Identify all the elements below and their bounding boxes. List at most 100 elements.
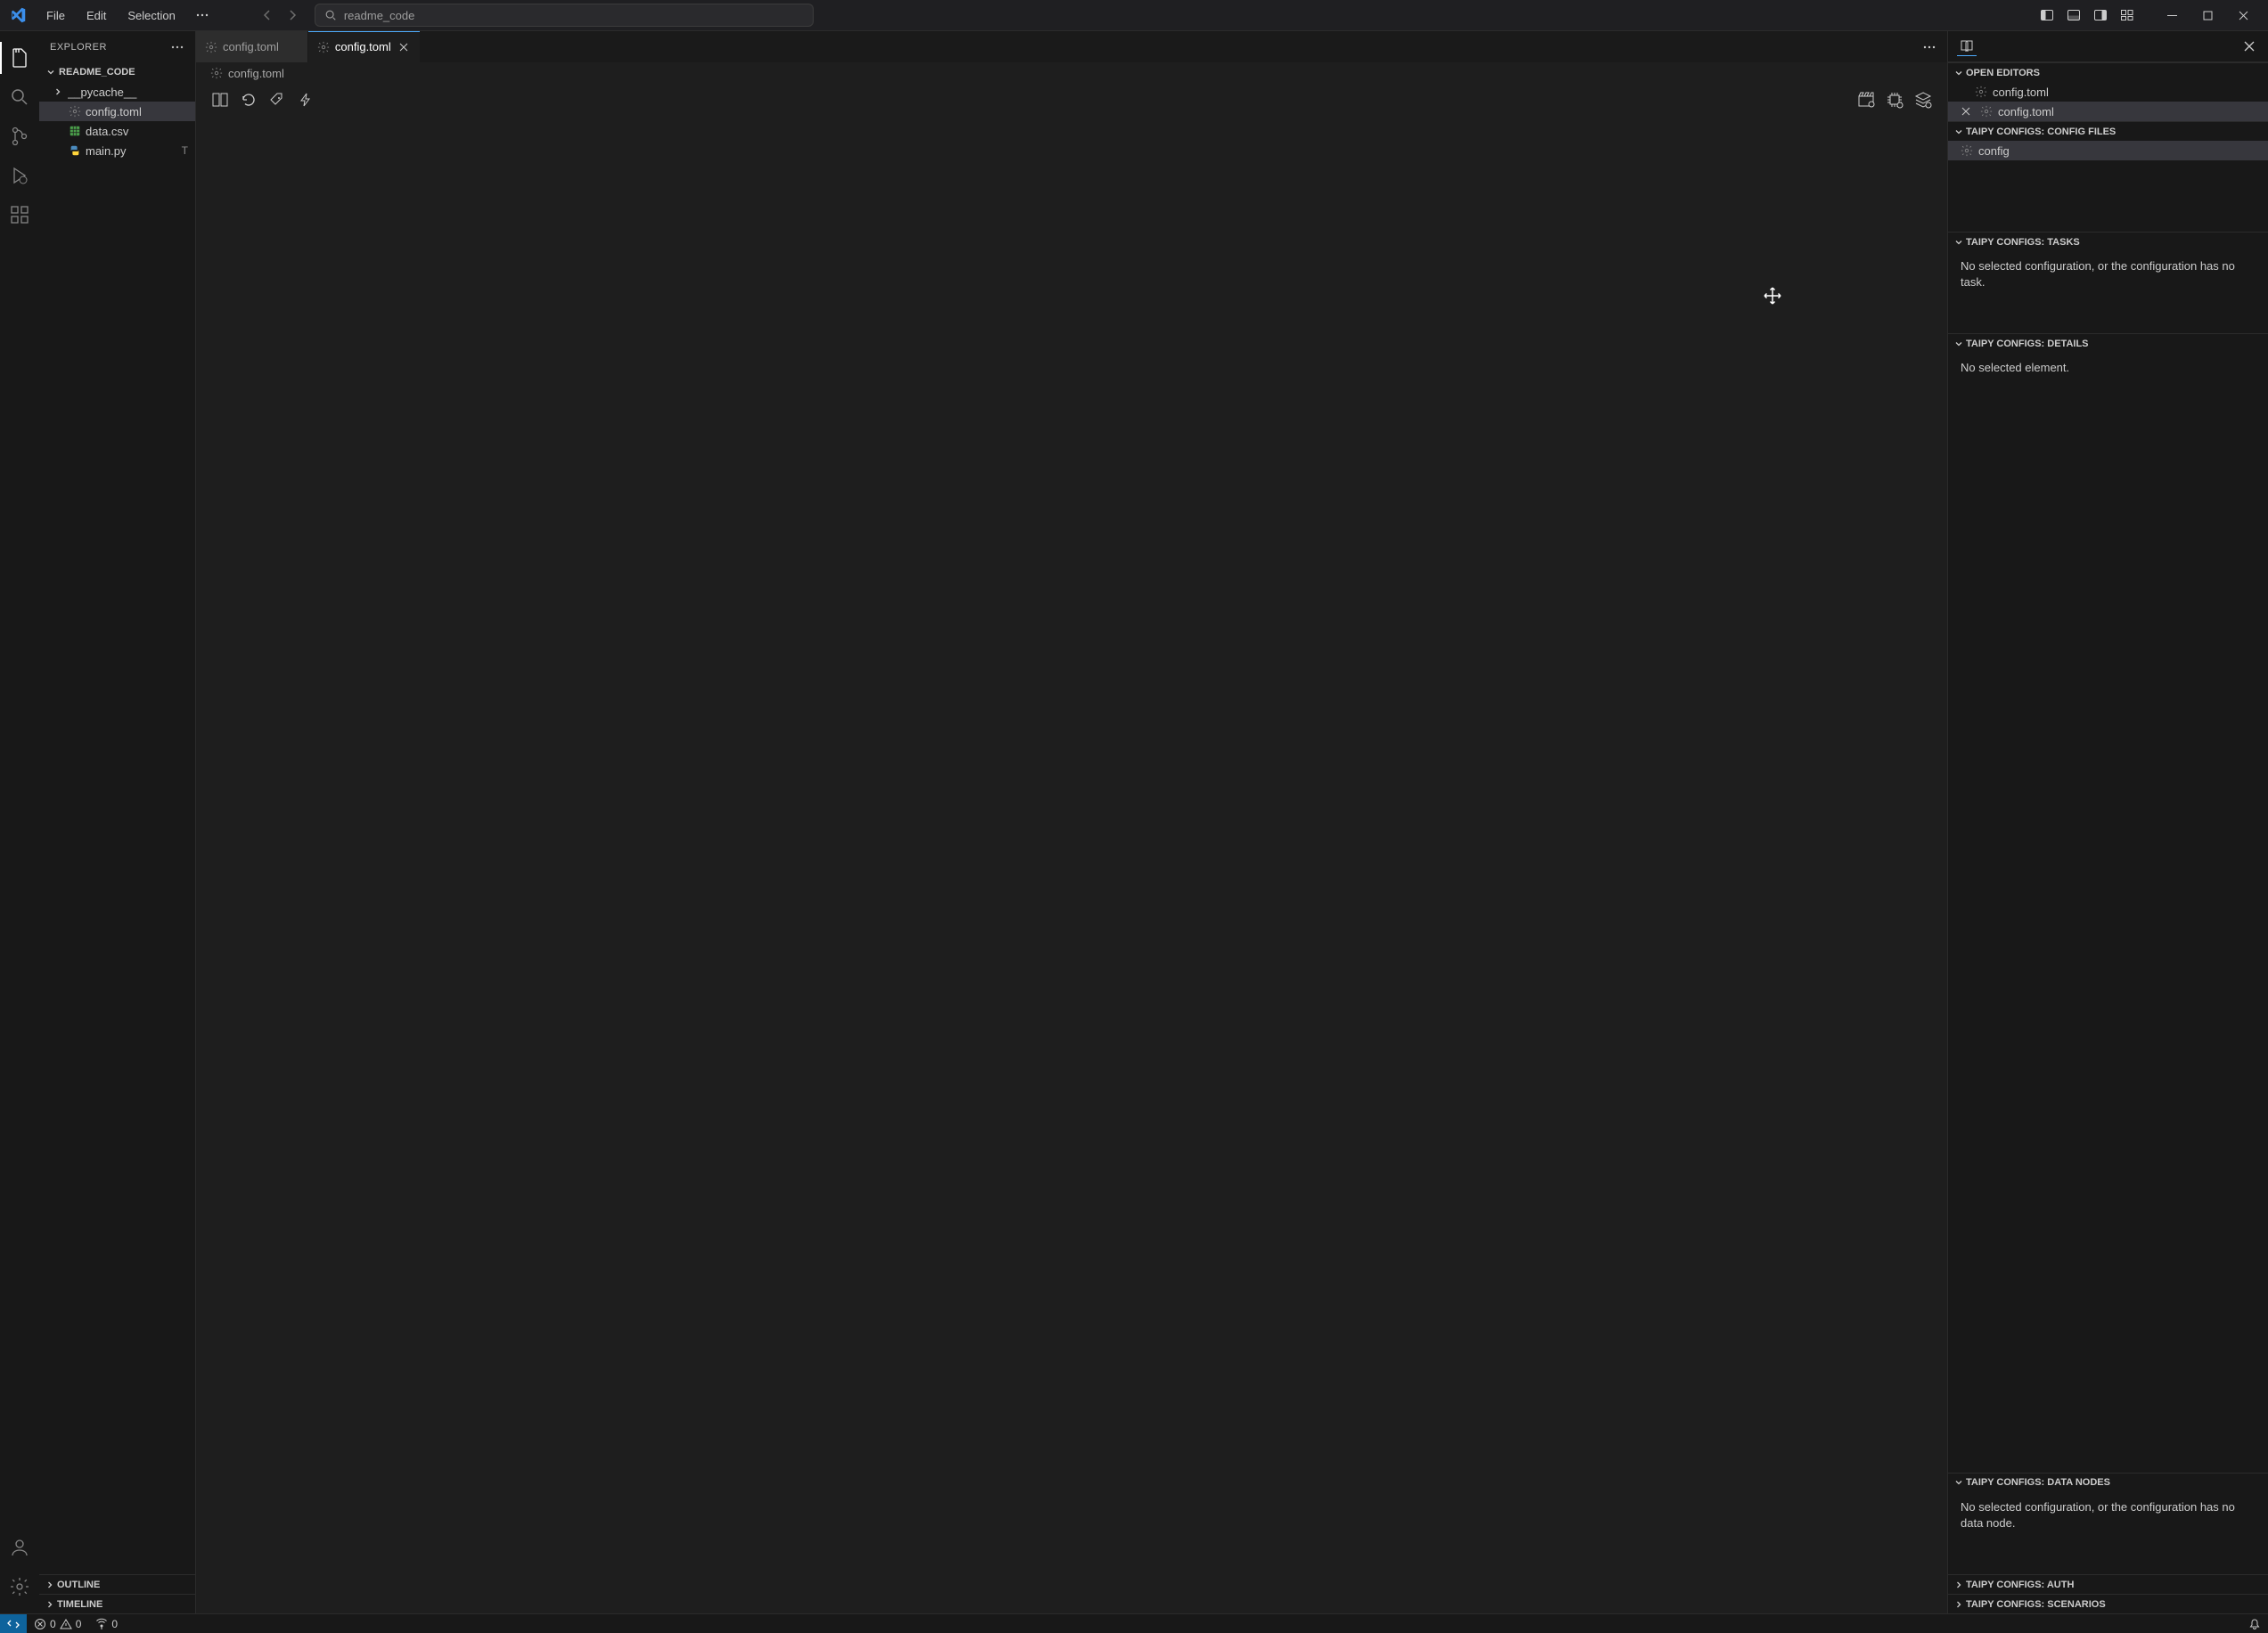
auth-header[interactable]: TAIPY CONFIGS: AUTH	[1948, 1574, 2268, 1594]
item-label: config	[1978, 144, 2010, 158]
section-title: TAIPY CONFIGS: SCENARIOS	[1966, 1599, 2106, 1610]
activity-source-control-icon[interactable]	[0, 117, 39, 156]
command-center[interactable]: readme_code	[315, 4, 814, 27]
vscode-logo-icon	[7, 4, 29, 26]
menu-more-icon[interactable]	[188, 4, 217, 26]
activity-accounts-icon[interactable]	[0, 1528, 39, 1567]
explorer-project-header[interactable]: README_CODE	[39, 62, 195, 82]
gear-icon	[68, 104, 82, 118]
tasks-message: No selected configuration, or the config…	[1948, 251, 2268, 298]
gear-icon	[1980, 105, 1993, 118]
move-cursor-icon	[1763, 286, 1782, 306]
tab-config-toml-1[interactable]: config.toml	[196, 31, 308, 62]
layout-panels-icon[interactable]	[210, 90, 230, 110]
warning-icon	[60, 1618, 72, 1630]
file-config-toml[interactable]: config.toml	[39, 102, 195, 121]
explorer-title: EXPLORER	[50, 42, 107, 53]
activity-explorer-icon[interactable]	[0, 38, 39, 78]
section-title: TAIPY CONFIGS: DATA NODES	[1966, 1477, 2110, 1488]
menu-file[interactable]: File	[37, 5, 74, 26]
timeline-section[interactable]: TIMELINE	[39, 1594, 195, 1613]
datanodes-message: No selected configuration, or the config…	[1948, 1492, 2268, 1539]
window-minimize-icon[interactable]	[2154, 3, 2190, 28]
chevron-down-icon	[1953, 68, 1964, 78]
open-editor-item-1[interactable]: config.toml	[1948, 82, 2268, 102]
tag-edit-icon[interactable]	[267, 90, 287, 110]
toggle-primary-sidebar-icon[interactable]	[2035, 3, 2059, 28]
close-icon[interactable]	[2239, 37, 2259, 56]
editor-tabs: config.toml config.toml	[196, 31, 1947, 62]
breadcrumb-label: config.toml	[228, 67, 284, 80]
menu-selection[interactable]: Selection	[119, 5, 184, 26]
ports-count: 0	[111, 1618, 118, 1630]
section-title: OPEN EDITORS	[1966, 68, 2040, 78]
open-editors-header[interactable]: OPEN EDITORS	[1948, 62, 2268, 82]
project-name: README_CODE	[59, 67, 135, 78]
toggle-secondary-sidebar-icon[interactable]	[2088, 3, 2113, 28]
activity-bar	[0, 31, 39, 1613]
chevron-right-icon	[1953, 1599, 1964, 1610]
taipy-editor-toolbar	[196, 84, 1947, 116]
status-notifications-icon[interactable]	[2241, 1618, 2268, 1630]
customize-layout-icon[interactable]	[2115, 3, 2140, 28]
status-ports[interactable]: 0	[88, 1618, 125, 1630]
book-icon[interactable]	[1957, 37, 1977, 56]
config-files-header[interactable]: TAIPY CONFIGS: CONFIG FILES	[1948, 121, 2268, 141]
window-maximize-icon[interactable]	[2190, 3, 2225, 28]
tasks-header[interactable]: TAIPY CONFIGS: TASKS	[1948, 232, 2268, 251]
close-icon[interactable]	[1959, 104, 1973, 118]
clapperboard-icon[interactable]	[1856, 90, 1876, 110]
open-editor-item-2[interactable]: config.toml	[1948, 102, 2268, 121]
toggle-panel-icon[interactable]	[2061, 3, 2086, 28]
file-label: __pycache__	[68, 86, 195, 99]
explorer-more-icon[interactable]	[170, 40, 184, 54]
details-message: No selected element.	[1948, 353, 2268, 383]
window-close-icon[interactable]	[2225, 3, 2261, 28]
tab-more-icon[interactable]	[1919, 37, 1940, 58]
tab-config-toml-2[interactable]: config.toml	[308, 31, 421, 62]
details-header[interactable]: TAIPY CONFIGS: DETAILS	[1948, 333, 2268, 353]
file-data-csv[interactable]: data.csv	[39, 121, 195, 141]
editor-canvas[interactable]	[196, 116, 1947, 1613]
outline-title: OUTLINE	[57, 1580, 100, 1590]
config-file-item[interactable]: config	[1948, 141, 2268, 160]
explorer-header: EXPLORER	[39, 31, 195, 62]
file-main-py[interactable]: main.py T	[39, 141, 195, 160]
scenarios-header[interactable]: TAIPY CONFIGS: SCENARIOS	[1948, 1594, 2268, 1613]
chevron-right-icon	[1953, 1580, 1964, 1590]
menu-edit[interactable]: Edit	[78, 5, 115, 26]
chip-icon[interactable]	[1885, 90, 1904, 110]
tab-label: config.toml	[223, 40, 279, 53]
file-badge: T	[182, 144, 188, 157]
activity-settings-icon[interactable]	[0, 1567, 39, 1606]
datanodes-header[interactable]: TAIPY CONFIGS: DATA NODES	[1948, 1473, 2268, 1492]
activity-run-debug-icon[interactable]	[0, 156, 39, 195]
item-label: config.toml	[1998, 105, 2054, 118]
chevron-down-icon	[1953, 1477, 1964, 1488]
refresh-icon[interactable]	[239, 90, 258, 110]
nav-back-icon[interactable]	[256, 4, 279, 27]
breadcrumb[interactable]: config.toml	[196, 62, 1947, 84]
remote-indicator-icon[interactable]	[0, 1614, 27, 1633]
nav-forward-icon[interactable]	[281, 4, 304, 27]
activity-search-icon[interactable]	[0, 78, 39, 117]
lightning-icon[interactable]	[296, 90, 315, 110]
python-icon	[68, 143, 82, 158]
gear-icon	[205, 41, 217, 53]
close-icon[interactable]	[397, 40, 411, 54]
layers-icon[interactable]	[1913, 90, 1933, 110]
explorer-sidebar: EXPLORER README_CODE __pycache__ config.…	[39, 31, 196, 1613]
gear-icon	[210, 67, 223, 79]
search-icon	[324, 9, 337, 21]
activity-extensions-icon[interactable]	[0, 195, 39, 234]
folder-pycache[interactable]: __pycache__	[39, 82, 195, 102]
titlebar: File Edit Selection readme_code	[0, 0, 2268, 31]
status-bar: 0 0 0	[0, 1613, 2268, 1633]
chevron-right-icon	[52, 86, 64, 97]
status-problems[interactable]: 0 0	[27, 1618, 88, 1630]
command-center-text: readme_code	[344, 9, 415, 22]
table-icon	[68, 124, 82, 138]
chevron-down-icon	[45, 66, 57, 78]
file-label: data.csv	[86, 125, 195, 138]
outline-section[interactable]: OUTLINE	[39, 1574, 195, 1594]
